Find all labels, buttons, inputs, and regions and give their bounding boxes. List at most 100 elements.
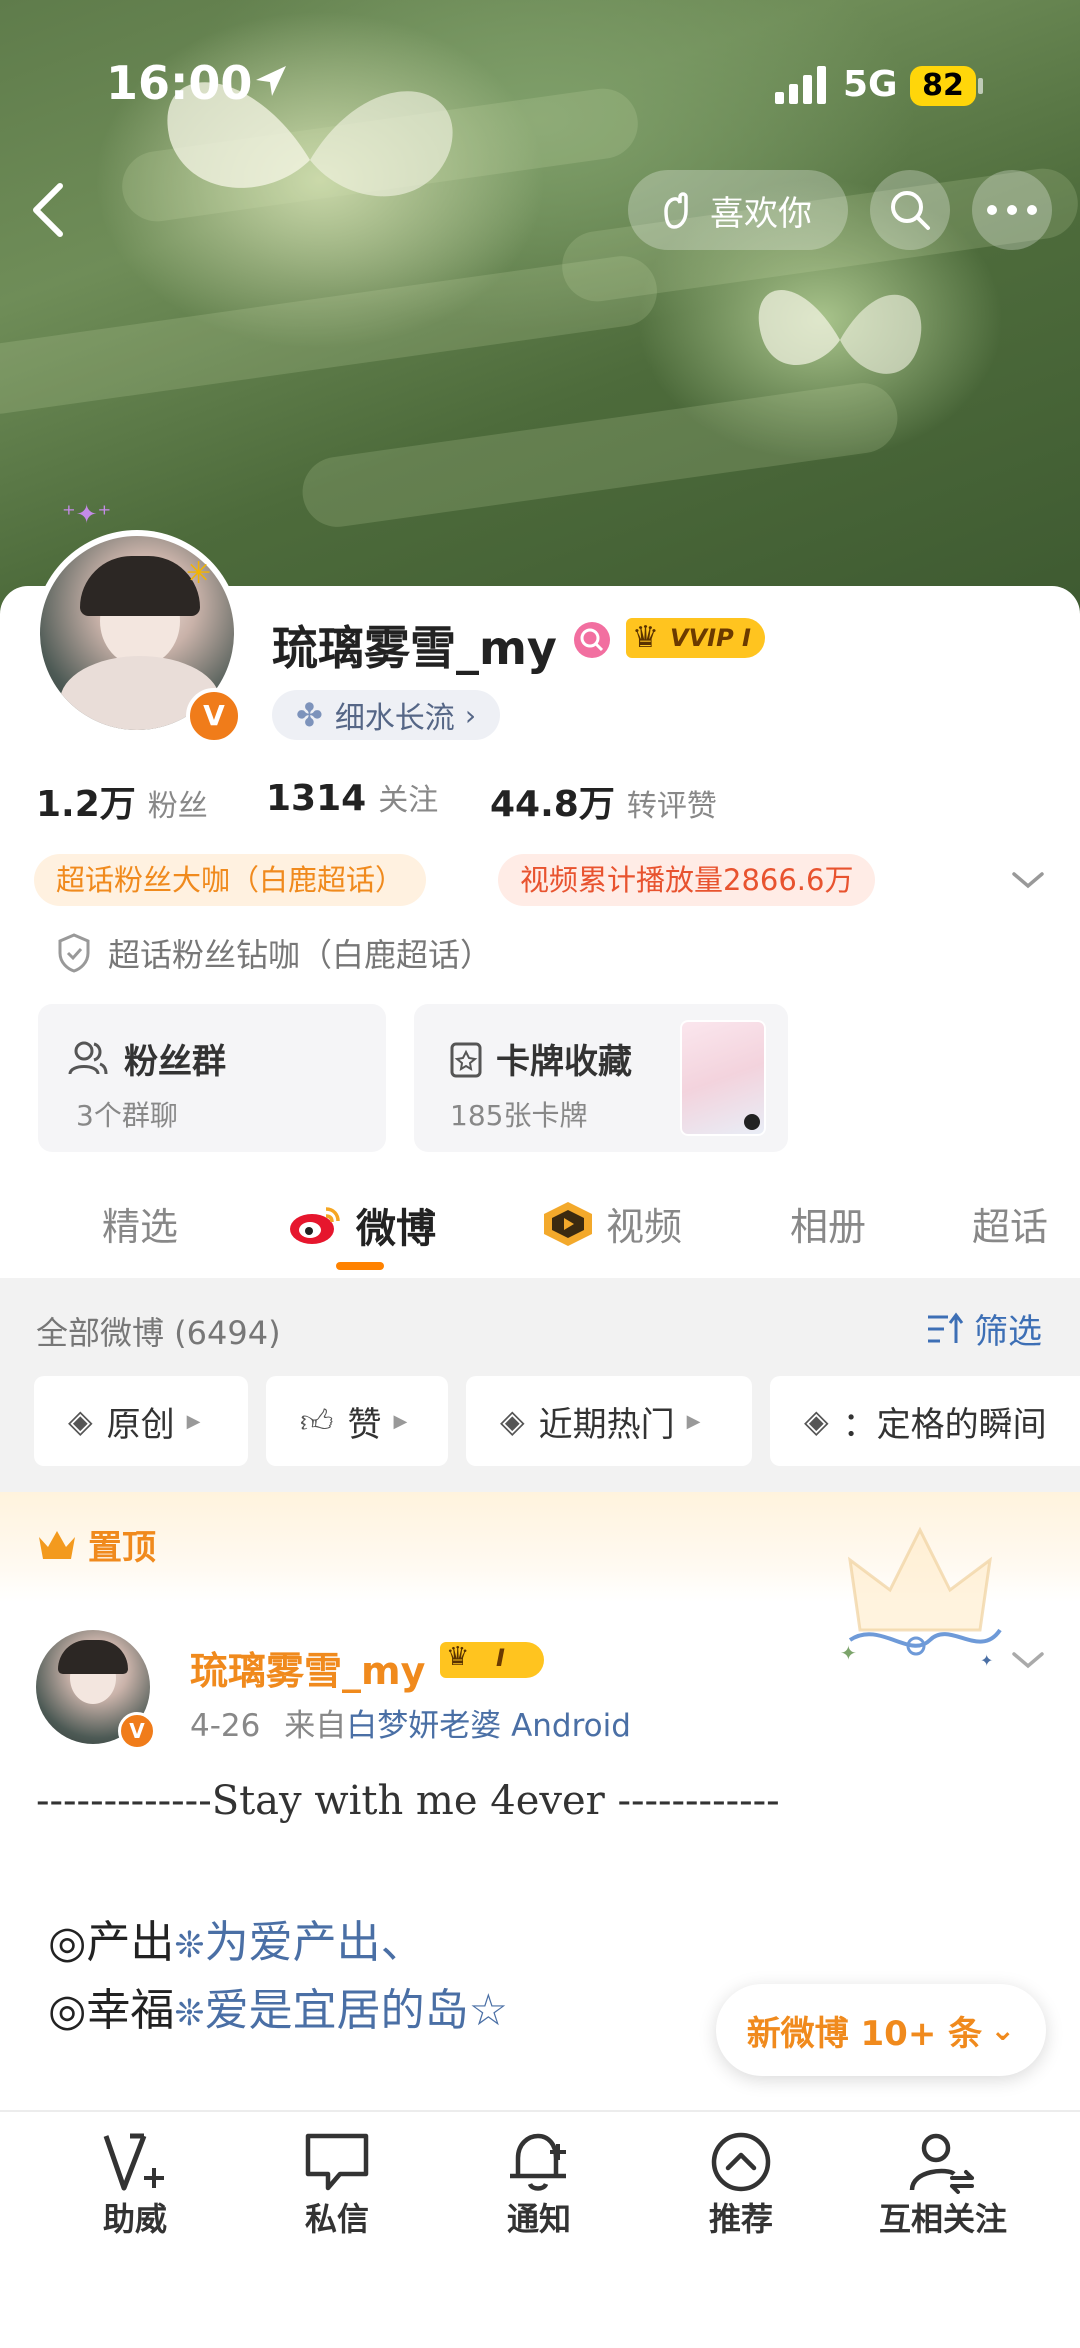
layers-icon: ◈ [68, 1402, 93, 1440]
svg-text:✦: ✦ [840, 1641, 857, 1665]
crown-icon: ♛ [632, 620, 659, 655]
post-line-3-prefix: ◎幸福 [48, 1985, 175, 2036]
layers-icon: ◈ [500, 1402, 525, 1440]
butterfly-decoration [758, 290, 922, 374]
chip-original[interactable]: ◈ 原创 ▶ [34, 1376, 248, 1466]
crown-icon: ♛ [446, 1642, 470, 1672]
tab-weibo[interactable]: 微博 [288, 1196, 436, 1254]
post-source-link[interactable]: 白梦妍老婆 Android [346, 1708, 631, 1744]
post-line-3: ◎幸福❊爱是宜居的岛☆ [48, 1974, 508, 2038]
vvip-badge-label: VVIP I [670, 624, 751, 652]
post-date: 4-26 [190, 1708, 261, 1744]
post-line-3-text: 爱是宜居的岛 [204, 1985, 469, 2036]
author-vip-label: I [496, 1644, 505, 1672]
nav-cheer[interactable]: 助威 [35, 2130, 235, 2240]
nav-mutual-follow[interactable]: 互相关注 [843, 2130, 1043, 2240]
thumbs-up-icon: 👍︎ [300, 1401, 334, 1440]
nav-label: 私信 [304, 2200, 369, 2238]
vvip-badge[interactable]: ♛ VVIP I [626, 618, 765, 658]
chip-trending[interactable]: ◈ 近期热门 ▶ [466, 1376, 752, 1466]
tab-featured[interactable]: 精选 [102, 1196, 178, 1251]
like-you-label: 喜欢你 [710, 193, 812, 234]
sort-filter-icon [928, 1312, 964, 1343]
cheer-v-icon [103, 2133, 164, 2191]
nav-label: 通知 [506, 2200, 571, 2238]
chip-liked[interactable]: 👍︎ 赞 ▶ [266, 1376, 448, 1466]
profile-name: 琉璃雾雪_my [272, 621, 557, 675]
video-views-badge[interactable]: 视频累计播放量2866.6万 [498, 854, 876, 906]
double-chevron-down-icon: ⌄ [990, 2012, 1016, 2048]
nav-label: 互相关注 [878, 2200, 1007, 2238]
sparkle-decoration: ⁺✦⁺ [62, 500, 112, 530]
search-button[interactable] [870, 170, 950, 250]
tab-label: 视频 [606, 1205, 683, 1249]
following-stat[interactable]: 1314 关注 [266, 775, 438, 819]
tab-video[interactable]: 视频 [540, 1196, 682, 1251]
nav-recommend[interactable]: 推荐 [641, 2130, 841, 2240]
post-line-1: -------------Stay with me 4ever --------… [36, 1778, 780, 1824]
card-collection-tile[interactable]: 卡牌收藏 185张卡牌 [414, 1004, 788, 1152]
search-icon [891, 191, 930, 230]
fan-group-tile[interactable]: 粉丝群 3个群聊 [38, 1004, 386, 1152]
post-source-prefix: 来自 [284, 1708, 347, 1744]
group-icon [68, 1041, 108, 1075]
nav-notifications[interactable]: 通知 [439, 2130, 639, 2240]
interactions-stat[interactable]: 44.8万 转评赞 [490, 775, 717, 827]
network-type: 5G [843, 64, 898, 105]
stat-value: 1314 [266, 778, 367, 819]
battery-cap [978, 78, 983, 94]
super-topic-badge[interactable]: 超话粉丝大咖（白鹿超话） [34, 854, 427, 906]
stat-label: 粉丝 [147, 789, 208, 824]
followers-stat[interactable]: 1.2万 粉丝 [36, 775, 208, 827]
location-arrow-icon [256, 66, 286, 96]
post-author-name[interactable]: 琉璃雾雪_my [190, 1640, 425, 1695]
stat-label: 转评赞 [626, 789, 717, 824]
tab-super-topic[interactable]: 超话 [972, 1196, 1048, 1251]
chevron-right-icon: › [464, 698, 477, 732]
stat-label: 关注 [378, 783, 439, 818]
clover-icon: ✤ [296, 696, 323, 734]
new-posts-button[interactable]: 新微博 10+ 条 ⌄ [716, 1984, 1046, 2076]
tab-album[interactable]: 相册 [790, 1196, 866, 1251]
chevron-up-circle-icon [711, 2132, 771, 2192]
signal-icon [775, 66, 826, 104]
pinned-label-row: 置顶 [36, 1520, 156, 1569]
profile-tag-label: 细水长流 [334, 701, 455, 736]
filter-button[interactable]: 筛选 [926, 1304, 1042, 1353]
tile-title: 粉丝群 [124, 1042, 226, 1082]
tile-title: 卡牌收藏 [496, 1042, 632, 1082]
chevron-down-icon[interactable] [1010, 868, 1046, 892]
tile-subtitle: 185张卡牌 [450, 1099, 588, 1132]
sparkle-decoration: ✳ [186, 556, 212, 591]
caret-right-icon: ▶ [686, 1410, 701, 1432]
active-tab-indicator [336, 1262, 384, 1270]
more-dots-icon [987, 205, 1037, 215]
nav-messages[interactable]: 私信 [237, 2130, 437, 2240]
author-vip-badge: ♛ I [440, 1642, 544, 1678]
snowflake-icon: ❊ [174, 1925, 205, 1966]
nav-label: 推荐 [708, 2200, 773, 2238]
crown-icon [39, 1530, 75, 1559]
post-meta: 4-26 来自白梦妍老婆 Android [190, 1700, 631, 1745]
more-button[interactable] [972, 170, 1052, 250]
caret-right-icon: ▶ [186, 1410, 201, 1432]
mutual-follow-icon [909, 2133, 974, 2194]
battery-indicator: 82 [910, 66, 976, 106]
video-tab-icon [544, 1201, 592, 1246]
stat-value: 44.8万 [490, 784, 615, 825]
chip-label: ：定格的瞬间 [842, 1404, 1047, 1445]
svg-text:✦: ✦ [980, 1651, 993, 1670]
verified-badge-icon: V [186, 688, 242, 744]
chip-label: 赞 [347, 1404, 382, 1445]
profile-tag-button[interactable]: ✤ 细水长流 › [272, 690, 501, 740]
star-icon: ☆ [468, 1985, 509, 2036]
back-arrow-icon[interactable] [28, 180, 68, 240]
bell-plus-icon [510, 2133, 566, 2191]
post-options-chevron-icon[interactable] [1010, 1648, 1046, 1672]
like-you-button[interactable]: 喜欢你 [628, 170, 848, 250]
snowflake-icon: ❊ [174, 1993, 205, 2034]
chip-moments[interactable]: ◈ ：定格的瞬间 [770, 1376, 1080, 1466]
extra-badge-label: 超话粉丝钻咖（白鹿超话） [108, 936, 493, 974]
card-icon [450, 1042, 482, 1078]
chip-label: 原创 [106, 1404, 175, 1445]
